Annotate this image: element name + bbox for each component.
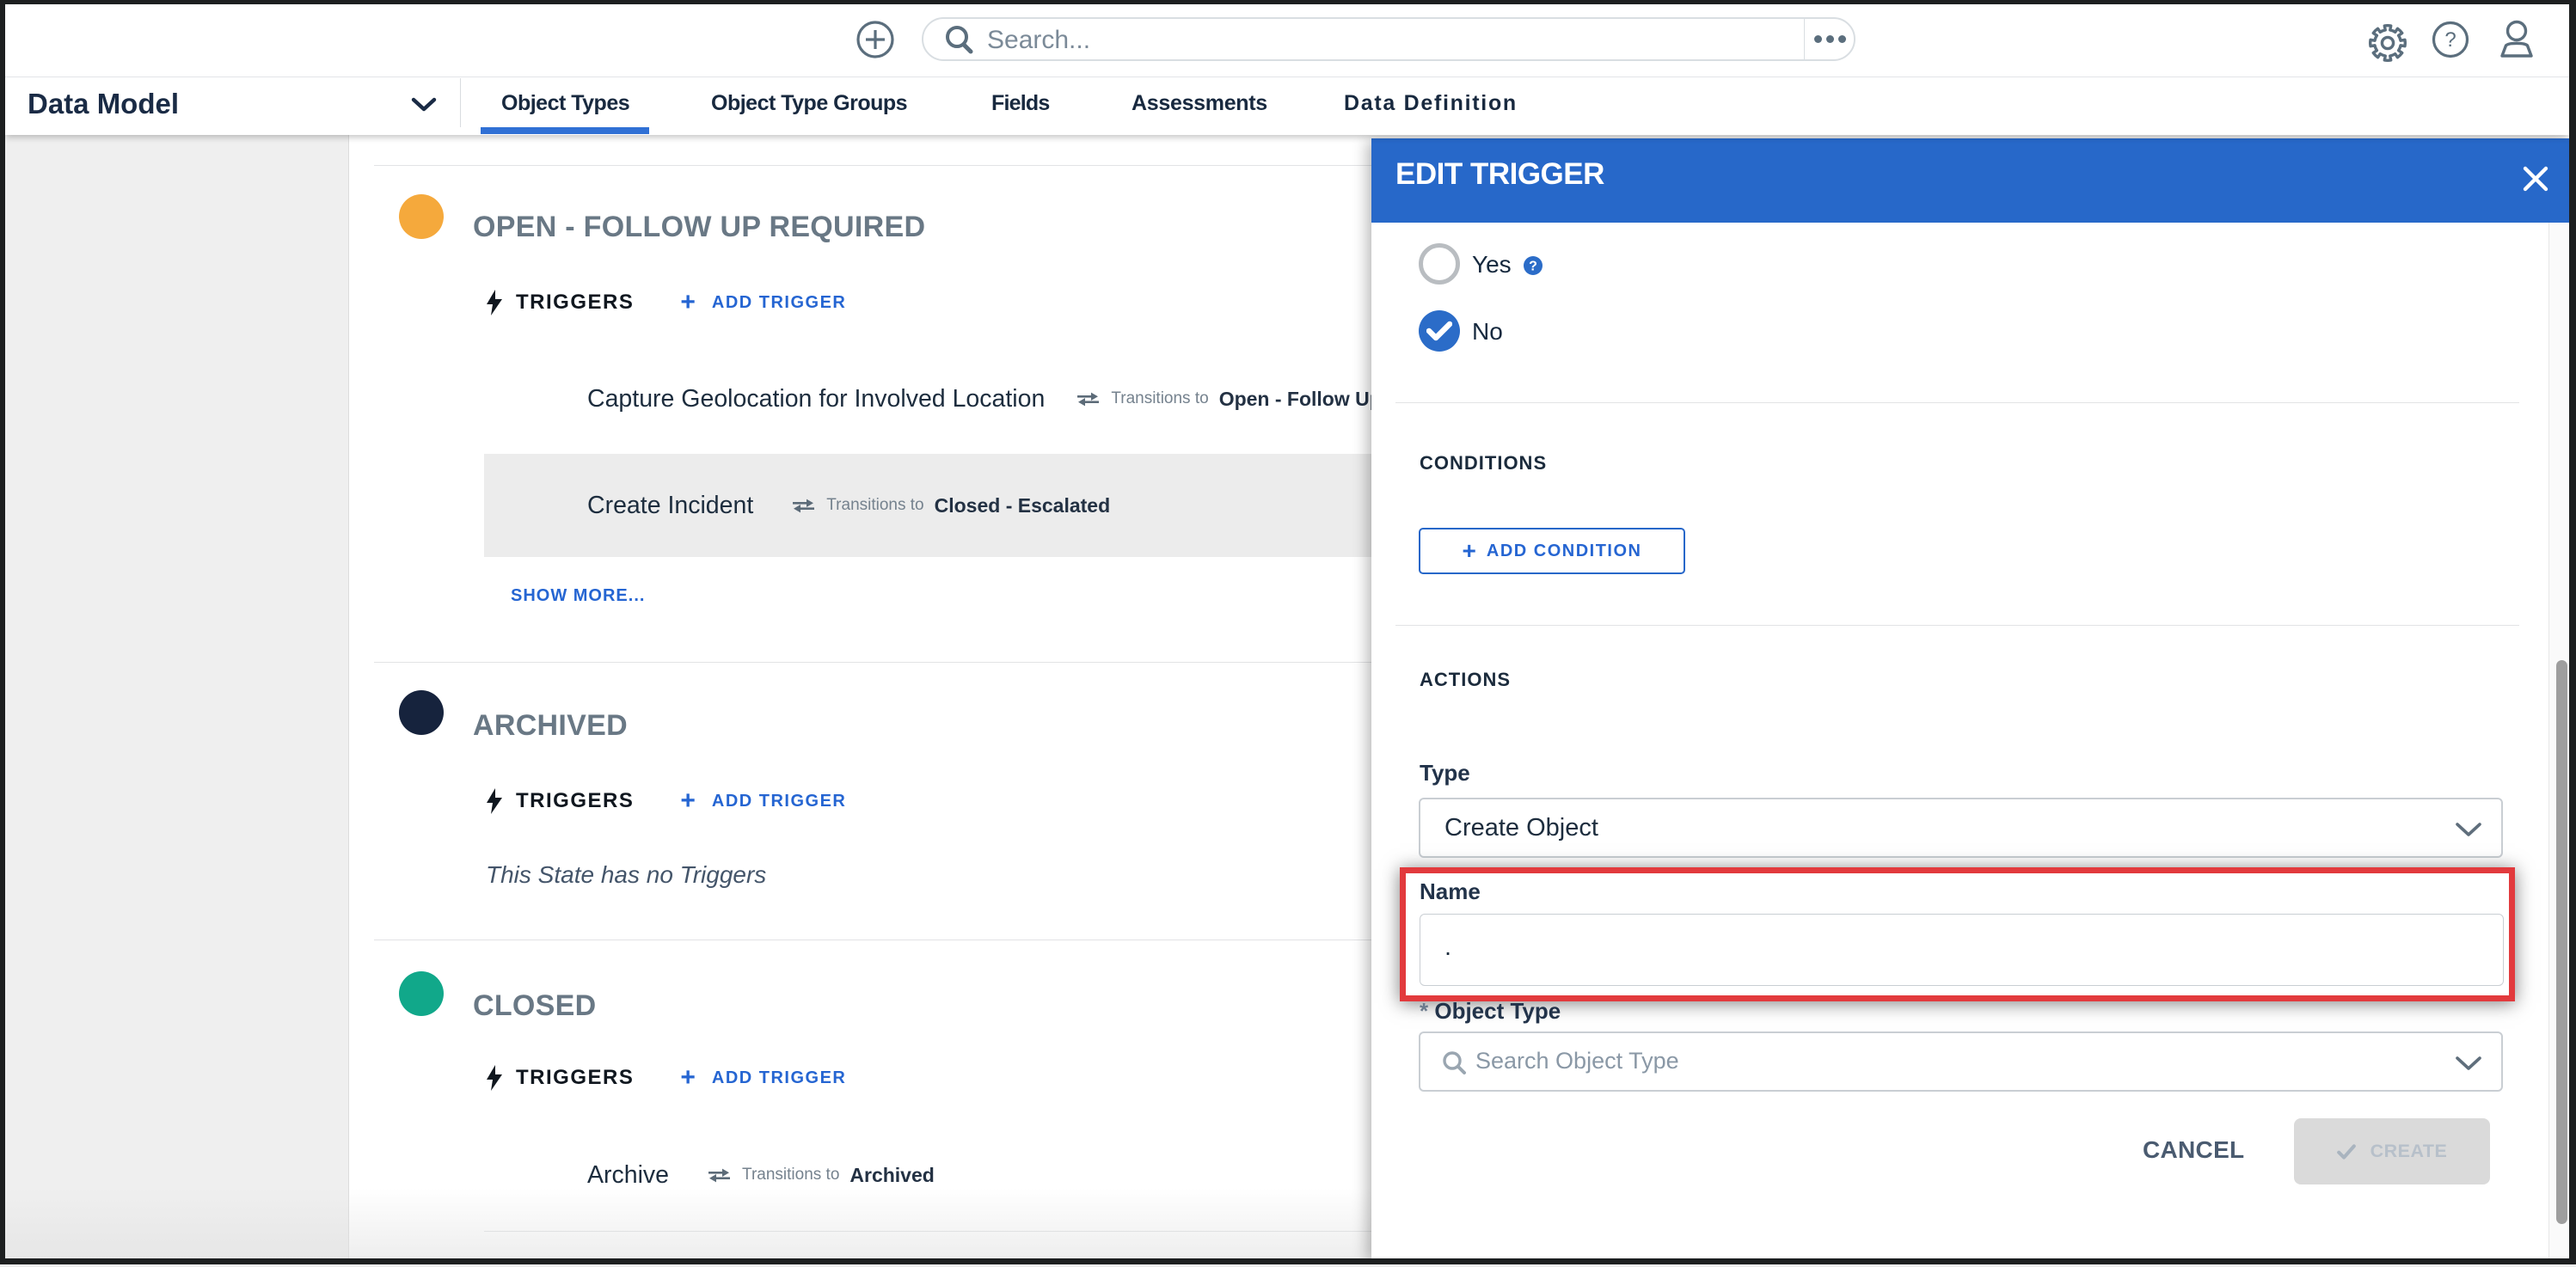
svg-text:?: ? xyxy=(2444,28,2456,52)
svg-text:?: ? xyxy=(1529,260,1537,274)
